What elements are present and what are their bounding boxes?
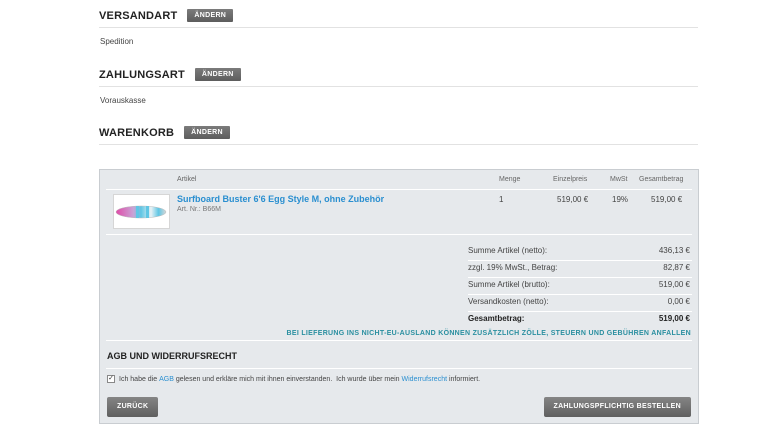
agb-text-1: Ich habe die bbox=[119, 375, 160, 383]
summary-value: 519,00 € bbox=[658, 280, 690, 289]
col-quantity: Menge bbox=[499, 176, 521, 183]
cart-header: WARENKORB ÄNDERN bbox=[99, 126, 230, 139]
col-total: Gesamtbetrag bbox=[639, 176, 684, 183]
surfboard-icon bbox=[115, 205, 167, 219]
total-value: 519,00 € bbox=[658, 314, 690, 323]
change-shipping-button[interactable]: ÄNDERN bbox=[187, 9, 234, 22]
shipping-value: Spedition bbox=[100, 37, 134, 46]
col-vat: MwSt bbox=[610, 176, 628, 183]
back-button[interactable]: ZURÜCK bbox=[107, 397, 159, 417]
summary-row: Versandkosten (netto): 0,00 € bbox=[468, 294, 692, 311]
product-quantity: 1 bbox=[499, 195, 504, 204]
summary-row: Summe Artikel (netto): 436,13 € bbox=[468, 243, 692, 260]
change-payment-button[interactable]: ÄNDERN bbox=[194, 68, 241, 81]
shipping-header: VERSANDART ÄNDERN bbox=[99, 9, 234, 22]
cart-panel: Artikel Menge Einzelpreis MwSt Gesamtbet… bbox=[99, 169, 699, 424]
summary-value: 82,87 € bbox=[663, 263, 690, 272]
agb-checkbox[interactable]: ✓ bbox=[107, 375, 115, 383]
place-order-button[interactable]: ZAHLUNGSPFLICHTIG BESTELLEN bbox=[543, 397, 691, 417]
agb-title: AGB UND WIDERRUFSRECHT bbox=[107, 351, 237, 361]
product-unit-price: 519,00 € bbox=[557, 195, 589, 204]
product-article-number: Art. Nr.: B66M bbox=[177, 206, 221, 213]
divider bbox=[99, 144, 698, 145]
product-image[interactable] bbox=[113, 194, 170, 229]
col-unit-price: Einzelpreis bbox=[553, 176, 588, 183]
payment-value: Vorauskasse bbox=[100, 96, 146, 105]
product-total: 519,00 € bbox=[651, 195, 683, 204]
divider bbox=[99, 86, 698, 87]
summary-label: Versandkosten (netto): bbox=[468, 297, 549, 306]
payment-title: ZAHLUNGSART bbox=[99, 68, 185, 81]
product-name-link[interactable]: Surfboard Buster 6'6 Egg Style M, ohne Z… bbox=[177, 194, 384, 204]
summary-total-row: Gesamtbetrag: 519,00 € bbox=[468, 311, 692, 328]
checkmark-icon: ✓ bbox=[108, 375, 114, 382]
total-label: Gesamtbetrag: bbox=[468, 314, 525, 323]
summary-row: Summe Artikel (brutto): 519,00 € bbox=[468, 277, 692, 294]
payment-header: ZAHLUNGSART ÄNDERN bbox=[99, 68, 241, 81]
header-divider bbox=[106, 189, 692, 190]
col-article: Artikel bbox=[177, 176, 197, 183]
row-divider bbox=[106, 234, 692, 235]
divider bbox=[99, 27, 698, 28]
summary-label: zzgl. 19% MwSt., Betrag: bbox=[468, 263, 558, 272]
notice-divider bbox=[106, 340, 692, 341]
summary-label: Summe Artikel (brutto): bbox=[468, 280, 550, 289]
summary-value: 436,13 € bbox=[658, 246, 690, 255]
agb-link[interactable]: AGB bbox=[159, 376, 174, 383]
agb-consent: ✓ Ich habe die AGB gelesen und erkläre m… bbox=[107, 375, 480, 383]
cart-title: WARENKORB bbox=[99, 126, 175, 139]
shipping-title: VERSANDART bbox=[99, 9, 178, 22]
withdrawal-link[interactable]: Widerrufsrecht bbox=[402, 376, 448, 383]
summary-value: 0,00 € bbox=[667, 297, 690, 306]
change-cart-button[interactable]: ÄNDERN bbox=[184, 126, 230, 139]
agb-text-2: gelesen und erkläre mich mit ihnen einve… bbox=[173, 375, 402, 383]
summary-label: Summe Artikel (netto): bbox=[468, 246, 548, 255]
product-vat: 19% bbox=[612, 195, 629, 204]
agb-text-3: informiert. bbox=[447, 375, 481, 383]
agb-divider bbox=[106, 368, 692, 369]
summary-row: zzgl. 19% MwSt., Betrag: 82,87 € bbox=[468, 260, 692, 277]
customs-notice: BEI LIEFERUNG INS NICHT-EU-AUSLAND KÖNNE… bbox=[286, 330, 691, 337]
